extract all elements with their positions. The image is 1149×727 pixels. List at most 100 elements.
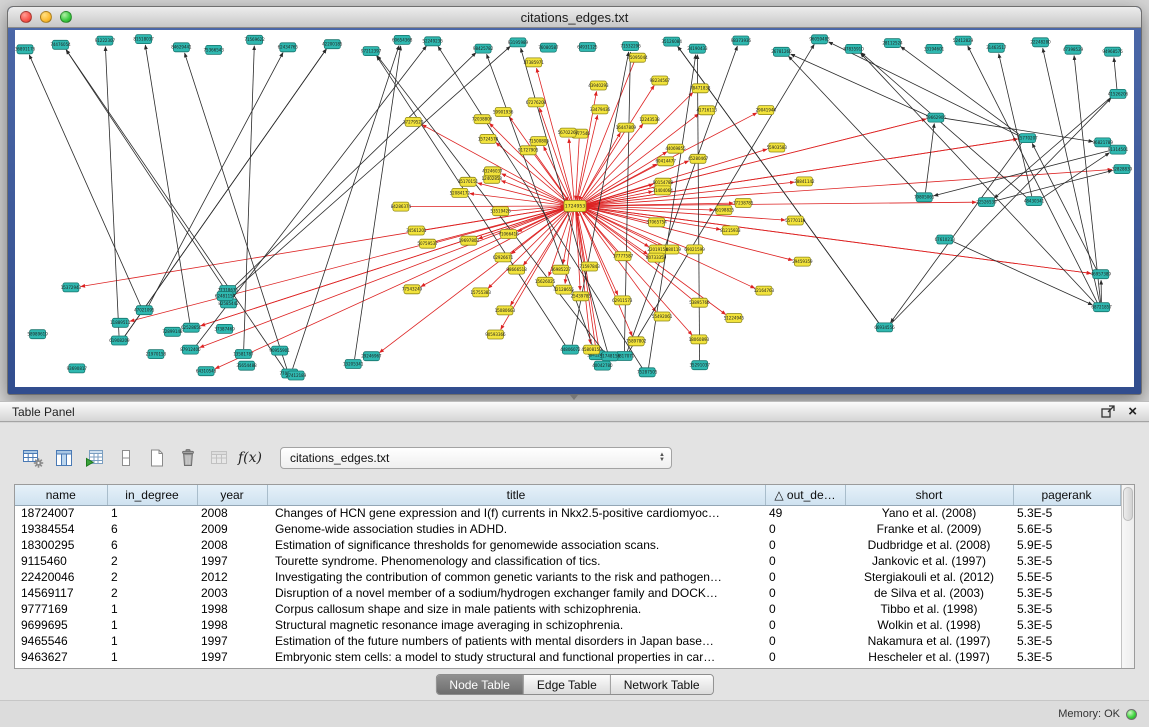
cell-in_degree[interactable]: 2 bbox=[107, 585, 197, 601]
cell-short[interactable]: Jankovic et al. (1997) bbox=[845, 553, 1013, 569]
cell-short[interactable]: Franke et al. (2009) bbox=[845, 521, 1013, 537]
cell-name[interactable]: 18300295 bbox=[15, 537, 107, 553]
cell-short[interactable]: Dudbridge et al. (2008) bbox=[845, 537, 1013, 553]
window-titlebar[interactable]: citations_edges.txt bbox=[8, 7, 1141, 28]
tab-network-table[interactable]: Network Table bbox=[610, 675, 713, 694]
table-row[interactable]: 946362711997Embryonic stem cells: a mode… bbox=[15, 649, 1120, 665]
cell-short[interactable]: Hescheler et al. (1997) bbox=[845, 649, 1013, 665]
table-row[interactable]: 946554611997Estimation of the future num… bbox=[15, 633, 1120, 649]
cell-out_degree[interactable]: 49 bbox=[765, 505, 845, 521]
cell-title[interactable]: Genome-wide association studies in ADHD. bbox=[267, 521, 765, 537]
cell-title[interactable]: Estimation of the future numbers of pati… bbox=[267, 633, 765, 649]
cell-name[interactable]: 14569117 bbox=[15, 585, 107, 601]
cell-pagerank[interactable]: 5.3E-5 bbox=[1013, 633, 1120, 649]
table-row[interactable]: 977716911998Corpus callosum shape and si… bbox=[15, 601, 1120, 617]
cell-in_degree[interactable]: 6 bbox=[107, 537, 197, 553]
cell-year[interactable]: 1998 bbox=[197, 617, 267, 633]
table-row[interactable]: 911546021997Tourette syndrome. Phenomeno… bbox=[15, 553, 1120, 569]
cell-pagerank[interactable]: 5.3E-5 bbox=[1013, 553, 1120, 569]
table-settings-button[interactable] bbox=[20, 446, 46, 470]
cell-year[interactable]: 2003 bbox=[197, 585, 267, 601]
cell-year[interactable]: 1997 bbox=[197, 633, 267, 649]
column-header-pagerank[interactable]: pagerank bbox=[1013, 485, 1120, 505]
column-header-short[interactable]: short bbox=[845, 485, 1013, 505]
cell-in_degree[interactable]: 1 bbox=[107, 601, 197, 617]
cell-short[interactable]: Nakamura et al. (1997) bbox=[845, 633, 1013, 649]
column-header-in_degree[interactable]: in_degree bbox=[107, 485, 197, 505]
window-zoom-button[interactable] bbox=[60, 11, 72, 23]
cell-title[interactable]: Corpus callosum shape and size in male p… bbox=[267, 601, 765, 617]
cell-year[interactable]: 2008 bbox=[197, 537, 267, 553]
close-panel-icon[interactable]: × bbox=[1128, 405, 1137, 419]
cell-title[interactable]: Tourette syndrome. Phenomenology and cla… bbox=[267, 553, 765, 569]
cell-year[interactable]: 2009 bbox=[197, 521, 267, 537]
table-selector-combo[interactable]: citations_edges.txt ▲▼ bbox=[280, 447, 672, 469]
cell-year[interactable]: 1997 bbox=[197, 553, 267, 569]
cell-title[interactable]: Changes of HCN gene expression and I(f) … bbox=[267, 505, 765, 521]
cell-year[interactable]: 1998 bbox=[197, 601, 267, 617]
cell-out_degree[interactable]: 0 bbox=[765, 617, 845, 633]
cell-name[interactable]: 9115460 bbox=[15, 553, 107, 569]
cell-in_degree[interactable]: 1 bbox=[107, 633, 197, 649]
new-document-button[interactable] bbox=[144, 446, 170, 470]
select-columns-button[interactable] bbox=[51, 446, 77, 470]
cell-in_degree[interactable]: 1 bbox=[107, 649, 197, 665]
cell-pagerank[interactable]: 5.3E-5 bbox=[1013, 505, 1120, 521]
cell-short[interactable]: Yano et al. (2008) bbox=[845, 505, 1013, 521]
float-panel-icon[interactable] bbox=[1101, 405, 1115, 418]
cell-in_degree[interactable]: 1 bbox=[107, 617, 197, 633]
cell-in_degree[interactable]: 2 bbox=[107, 553, 197, 569]
cell-short[interactable]: Wolkin et al. (1998) bbox=[845, 617, 1013, 633]
cell-out_degree[interactable]: 0 bbox=[765, 569, 845, 585]
network-graph[interactable]: 3689117674476054912223078151803784629441… bbox=[15, 30, 1134, 387]
table-row[interactable]: 1830029562008Estimation of significance … bbox=[15, 537, 1120, 553]
cell-pagerank[interactable]: 5.6E-5 bbox=[1013, 521, 1120, 537]
cell-short[interactable]: Stergiakouli et al. (2012) bbox=[845, 569, 1013, 585]
table-row[interactable]: 969969511998Structural magnetic resonanc… bbox=[15, 617, 1120, 633]
table-row[interactable]: 1456911722003Disruption of a novel membe… bbox=[15, 585, 1120, 601]
cell-year[interactable]: 2012 bbox=[197, 569, 267, 585]
column-header-out_degree[interactable]: △ out_de… bbox=[765, 485, 845, 505]
cell-pagerank[interactable]: 5.3E-5 bbox=[1013, 649, 1120, 665]
cell-title[interactable]: Structural magnetic resonance image aver… bbox=[267, 617, 765, 633]
cell-pagerank[interactable]: 5.3E-5 bbox=[1013, 617, 1120, 633]
cell-out_degree[interactable]: 0 bbox=[765, 537, 845, 553]
cell-title[interactable]: Embryonic stem cells: a model to study s… bbox=[267, 649, 765, 665]
column-button[interactable] bbox=[113, 446, 139, 470]
cell-out_degree[interactable]: 0 bbox=[765, 553, 845, 569]
import-table-button[interactable] bbox=[82, 446, 108, 470]
cell-name[interactable]: 18724007 bbox=[15, 505, 107, 521]
cell-name[interactable]: 9463627 bbox=[15, 649, 107, 665]
cell-name[interactable]: 22420046 bbox=[15, 569, 107, 585]
cell-title[interactable]: Investigating the contribution of common… bbox=[267, 569, 765, 585]
panel-resize-grip[interactable] bbox=[560, 393, 588, 401]
cell-pagerank[interactable]: 5.3E-5 bbox=[1013, 601, 1120, 617]
cell-in_degree[interactable]: 6 bbox=[107, 521, 197, 537]
column-header-year[interactable]: year bbox=[197, 485, 267, 505]
cell-out_degree[interactable]: 0 bbox=[765, 601, 845, 617]
cell-name[interactable]: 9777169 bbox=[15, 601, 107, 617]
cell-in_degree[interactable]: 2 bbox=[107, 569, 197, 585]
cell-out_degree[interactable]: 0 bbox=[765, 521, 845, 537]
column-header-title[interactable]: title bbox=[267, 485, 765, 505]
cell-name[interactable]: 9699695 bbox=[15, 617, 107, 633]
delete-columns-button[interactable] bbox=[175, 446, 201, 470]
table-scrollbar[interactable] bbox=[1121, 485, 1135, 668]
cell-pagerank[interactable]: 5.3E-5 bbox=[1013, 585, 1120, 601]
cell-title[interactable]: Disruption of a novel member of a sodium… bbox=[267, 585, 765, 601]
function-builder-button[interactable]: f(x) bbox=[237, 446, 263, 470]
scrollbar-thumb[interactable] bbox=[1123, 487, 1134, 521]
cell-out_degree[interactable]: 0 bbox=[765, 585, 845, 601]
table-row[interactable]: 1938455462009Genome-wide association stu… bbox=[15, 521, 1120, 537]
cell-title[interactable]: Estimation of significance thresholds fo… bbox=[267, 537, 765, 553]
cell-out_degree[interactable]: 0 bbox=[765, 649, 845, 665]
cell-short[interactable]: Tibbo et al. (1998) bbox=[845, 601, 1013, 617]
tab-edge-table[interactable]: Edge Table bbox=[523, 675, 610, 694]
cell-name[interactable]: 9465546 bbox=[15, 633, 107, 649]
table-row[interactable]: 1872400712008Changes of HCN gene express… bbox=[15, 505, 1120, 521]
column-header-name[interactable]: name bbox=[15, 485, 107, 505]
table-row[interactable]: 2242004622012Investigating the contribut… bbox=[15, 569, 1120, 585]
cell-pagerank[interactable]: 5.5E-5 bbox=[1013, 569, 1120, 585]
network-canvas[interactable]: 3689117674476054912223078151803784629441… bbox=[15, 30, 1134, 387]
cell-name[interactable]: 19384554 bbox=[15, 521, 107, 537]
